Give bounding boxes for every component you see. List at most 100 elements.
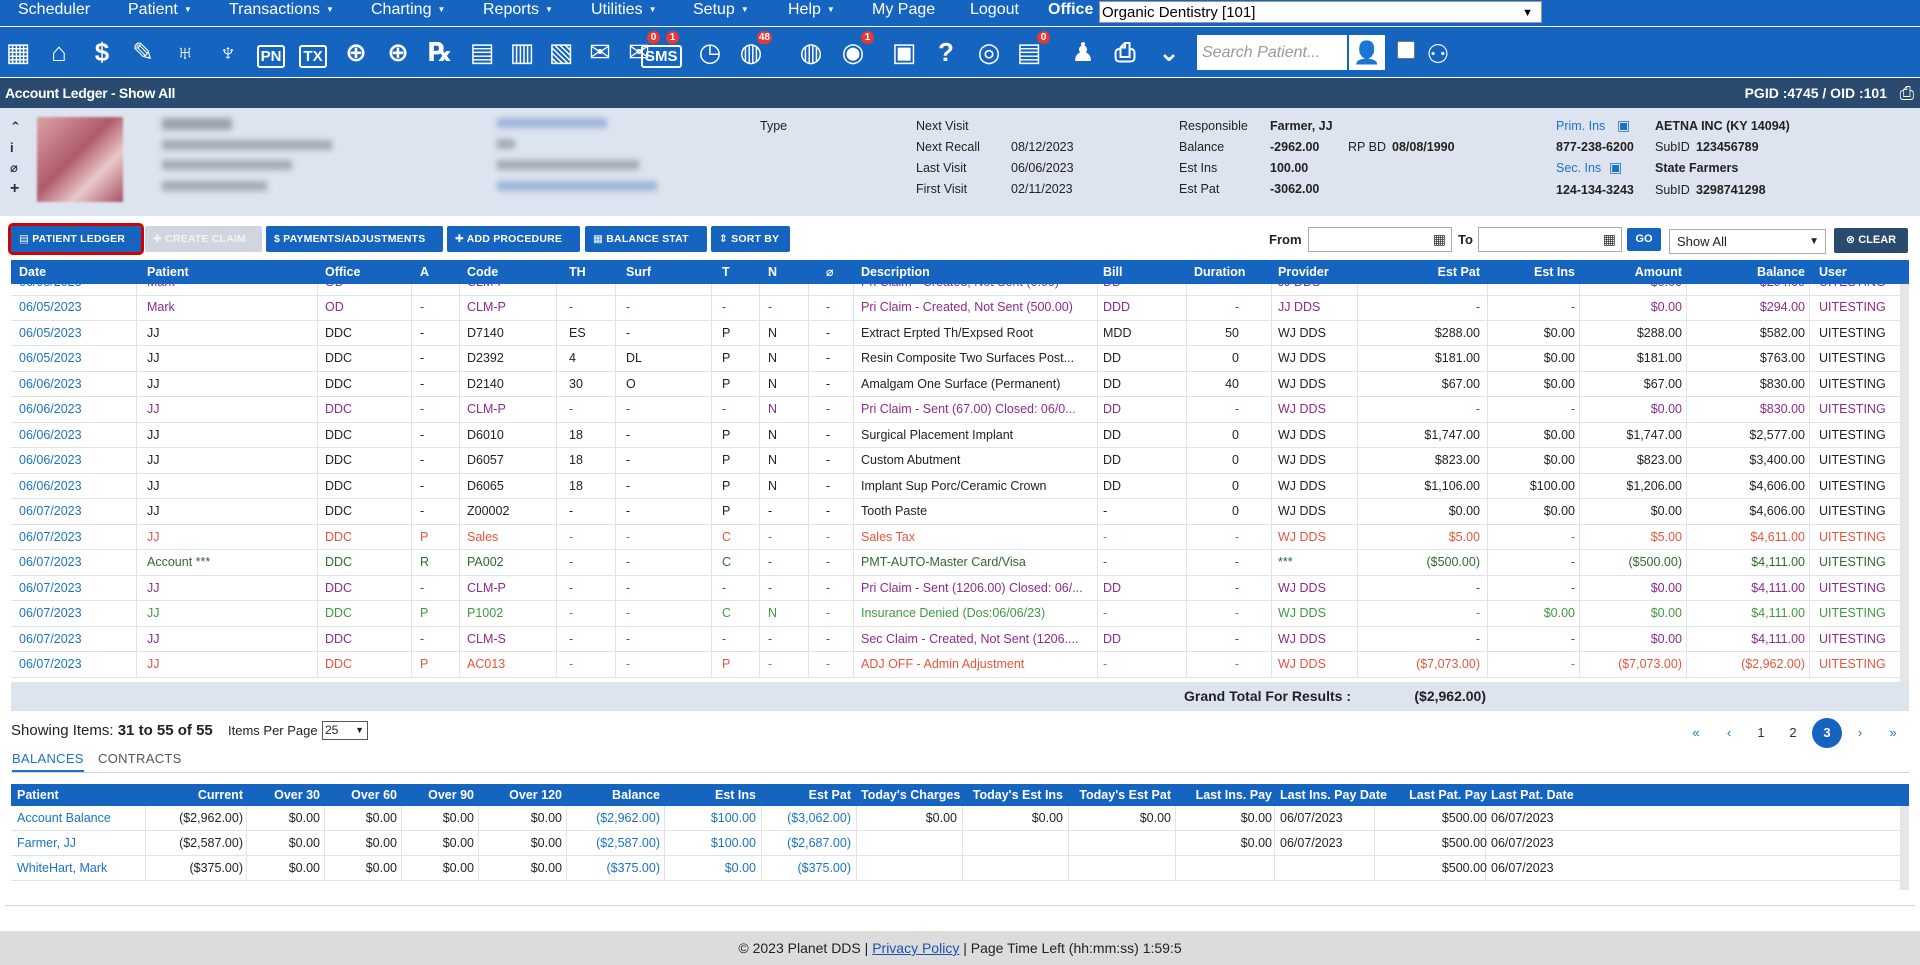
page-2-button[interactable]: 2 bbox=[1778, 718, 1808, 748]
patient-search-icon[interactable]: 👤 bbox=[1347, 35, 1385, 70]
nav-scheduler[interactable]: Scheduler bbox=[18, 0, 90, 22]
dollar-icon[interactable]: $ bbox=[85, 33, 119, 71]
tx-icon[interactable]: TX bbox=[296, 33, 330, 71]
col-header-amount[interactable]: Amount bbox=[1587, 260, 1682, 284]
page-3-button[interactable]: 3 bbox=[1812, 718, 1842, 748]
table-row[interactable]: 06/07/2023 JJ DDC - Z00002 - - P - - Tooth Paste - 0… bbox=[11, 499, 1900, 525]
clear-button[interactable]: ⊗ CLEAR bbox=[1834, 228, 1908, 253]
rx-icon[interactable]: ℞ bbox=[423, 33, 457, 71]
items-per-page-select[interactable]: 25 ▼ bbox=[322, 721, 368, 740]
balance-row[interactable]: Farmer, JJ ($2,587.00) $0.00 $0.00 $0.00 $0.0… bbox=[11, 831, 1900, 856]
col-header-code[interactable]: Code bbox=[467, 260, 498, 284]
search-patient-input[interactable]: Search Patient... bbox=[1197, 35, 1347, 70]
calendar-icon[interactable]: ▦ bbox=[1433, 231, 1446, 248]
bal-cell-patient[interactable]: Account Balance bbox=[17, 806, 137, 831]
table-row[interactable]: 06/05/2023 JJ DDC - D2392 4 DL P N - Resin Composi… bbox=[11, 346, 1900, 372]
next-page-button[interactable]: › bbox=[1845, 718, 1875, 748]
add-patient-icon[interactable]: ⊕ bbox=[339, 33, 373, 71]
world-people-icon[interactable]: ◍ bbox=[794, 33, 828, 71]
chart-edit-icon[interactable]: ✎ bbox=[126, 33, 160, 71]
table-row[interactable]: 06/06/2023 JJ DDC - CLM-P - - - N - Pri Claim - Se… bbox=[11, 397, 1900, 423]
table-row[interactable]: 06/07/2023 JJ DDC - CLM-S - - - - - Sec Claim - Cr… bbox=[11, 626, 1900, 652]
globe-cursor-icon[interactable]: ◎ bbox=[972, 33, 1006, 71]
sms-icon[interactable]: SMS 1 bbox=[641, 31, 682, 71]
col-header-duration[interactable]: Duration bbox=[1194, 260, 1245, 284]
pn-icon[interactable]: PN bbox=[254, 33, 288, 71]
table-row[interactable]: 06/07/2023 JJ DDC P P1002 - - C N - Insurance Deni… bbox=[11, 601, 1900, 627]
support-icon[interactable]: ◉ 1 bbox=[836, 31, 874, 71]
col-header-est-ins[interactable]: Est Ins bbox=[1491, 260, 1575, 284]
ledger-body[interactable]: 06/05/2023 Mark OD - CLM-P - - - - - Pri Claim - C… bbox=[11, 284, 1909, 682]
office-select[interactable]: Organic Dentistry [101] ▼ bbox=[1099, 1, 1542, 23]
table-row[interactable]: 06/07/2023 JJ DDC P Sales - - C - - Sales Tax - - WJ … bbox=[11, 524, 1900, 550]
table-row[interactable]: 06/05/2023 JJ DDC - D7140 ES - P N - Extract Erpte… bbox=[11, 320, 1900, 346]
go-button[interactable]: GO bbox=[1627, 228, 1661, 251]
nav-my-page[interactable]: My Page bbox=[872, 0, 935, 22]
mail-icon[interactable]: ✉ bbox=[583, 33, 617, 71]
balances-body[interactable]: Account Balance ($2,962.00) $0.00 $0.00 $0.0… bbox=[11, 806, 1909, 890]
table-row[interactable]: 06/06/2023 JJ DDC - D6057 18 - P N - Custom Abutme… bbox=[11, 448, 1900, 474]
balance-row[interactable]: Account Balance ($2,962.00) $0.00 $0.00 $0.0… bbox=[11, 806, 1900, 831]
privacy-policy-link[interactable]: Privacy Policy bbox=[872, 940, 959, 956]
nav-transactions[interactable]: Transactions ▼ bbox=[229, 0, 334, 22]
scan-icon[interactable]: ▧ bbox=[544, 33, 578, 71]
bal-cell-patient[interactable]: Farmer, JJ bbox=[17, 831, 137, 856]
collapse-up-icon[interactable]: ⌃ bbox=[10, 119, 21, 135]
nav-logout[interactable]: Logout bbox=[970, 0, 1019, 22]
table-row[interactable]: 06/05/2023 Mark OD - CLM-P - - - - - Pri Claim - C… bbox=[11, 295, 1900, 321]
col-header-a[interactable]: A bbox=[420, 260, 429, 284]
tooth-chart-icon[interactable]: ♆ bbox=[211, 33, 245, 71]
prim-ins-link[interactable]: Prim. Ins bbox=[1556, 119, 1605, 133]
print-icon[interactable]: ⎙ bbox=[1900, 82, 1914, 104]
col-header-th[interactable]: TH bbox=[569, 260, 586, 284]
tooth-question-icon[interactable]: ? bbox=[929, 33, 963, 71]
search-checkbox[interactable] bbox=[1397, 41, 1415, 59]
tab-contracts[interactable]: CONTRACTS bbox=[98, 751, 182, 766]
nav-utilities[interactable]: Utilities ▼ bbox=[591, 0, 656, 22]
tab-balances[interactable]: BALANCES bbox=[12, 751, 84, 772]
add-procedure-button[interactable]: ✚ ADD PROCEDURE bbox=[447, 226, 580, 252]
last-page-button[interactable]: » bbox=[1878, 718, 1908, 748]
show-filter-select[interactable]: Show All ▼ bbox=[1669, 229, 1826, 254]
col-header-user[interactable]: User bbox=[1819, 260, 1847, 284]
home-icon[interactable]: ⌂ bbox=[42, 33, 76, 71]
nav-patient[interactable]: Patient ▼ bbox=[128, 0, 192, 22]
nav-setup[interactable]: Setup ▼ bbox=[693, 0, 749, 22]
add-icon[interactable]: + bbox=[10, 180, 19, 198]
col-header-n[interactable]: N bbox=[768, 260, 777, 284]
calendar-icon[interactable]: ▦ bbox=[1, 33, 35, 71]
printer-icon[interactable]: ⎙ bbox=[1108, 33, 1142, 71]
globe-icon[interactable]: ◍ 48 bbox=[734, 31, 772, 71]
edit-prim-ins-icon[interactable]: ▣ bbox=[1617, 117, 1630, 134]
table-row[interactable]: 06/07/2023 Account *** DDC R PA002 - - C - - PMT-A… bbox=[11, 550, 1900, 576]
col-header-balance[interactable]: Balance bbox=[1693, 260, 1805, 284]
document-check-icon[interactable]: ▤ 0 bbox=[1012, 31, 1050, 71]
nav-reports[interactable]: Reports ▼ bbox=[483, 0, 553, 22]
nav-help[interactable]: Help ▼ bbox=[788, 0, 835, 22]
table-row[interactable]: 06/07/2023 JJ DDC - CLM-P - - - - - Pri Claim - Se… bbox=[11, 575, 1900, 601]
table-row[interactable]: 06/06/2023 JJ DDC - D6065 18 - P N - Implant Sup P… bbox=[11, 473, 1900, 499]
family-search-icon[interactable]: ⚇ bbox=[1418, 35, 1458, 73]
patient-ledger-button[interactable]: ▤ PATIENT LEDGER bbox=[8, 223, 144, 255]
family-icon[interactable]: ♟ bbox=[1066, 33, 1100, 71]
nav-charting[interactable]: Charting ▼ bbox=[371, 0, 445, 22]
chevron-double-down-icon[interactable]: ⌄ bbox=[1152, 33, 1186, 71]
add-family-icon[interactable]: ⊕ bbox=[381, 33, 415, 71]
from-date-input[interactable]: ▦ bbox=[1308, 227, 1452, 252]
balance-stat-button[interactable]: ▦ BALANCE STAT bbox=[585, 226, 707, 252]
page-1-button[interactable]: 1 bbox=[1746, 718, 1776, 748]
clock-icon[interactable]: ◷ bbox=[693, 33, 727, 71]
col-header-provider[interactable]: Provider bbox=[1278, 260, 1329, 284]
balance-row[interactable]: WhiteHart, Mark ($375.00) $0.00 $0.00 $0.00 $… bbox=[11, 856, 1900, 881]
attachment-icon[interactable]: ⌀ bbox=[10, 160, 18, 176]
to-date-input[interactable]: ▦ bbox=[1478, 227, 1622, 252]
fax-icon[interactable]: ▥ bbox=[505, 33, 539, 71]
sec-ins-link[interactable]: Sec. Ins bbox=[1556, 161, 1601, 175]
col-header-est-pat[interactable]: Est Pat bbox=[1361, 260, 1480, 284]
prev-page-button[interactable]: ‹ bbox=[1714, 718, 1744, 748]
col-header-t[interactable]: T bbox=[722, 260, 730, 284]
create-claim-button[interactable]: ✚ CREATE CLAIM bbox=[145, 226, 262, 252]
table-row[interactable]: 06/06/2023 JJ DDC - D2140 30 O P N - Amalgam One S… bbox=[11, 371, 1900, 397]
payments-adjustments-button[interactable]: $ PAYMENTS/ADJUSTMENTS bbox=[266, 226, 443, 252]
col-header-description[interactable]: Description bbox=[861, 260, 930, 284]
